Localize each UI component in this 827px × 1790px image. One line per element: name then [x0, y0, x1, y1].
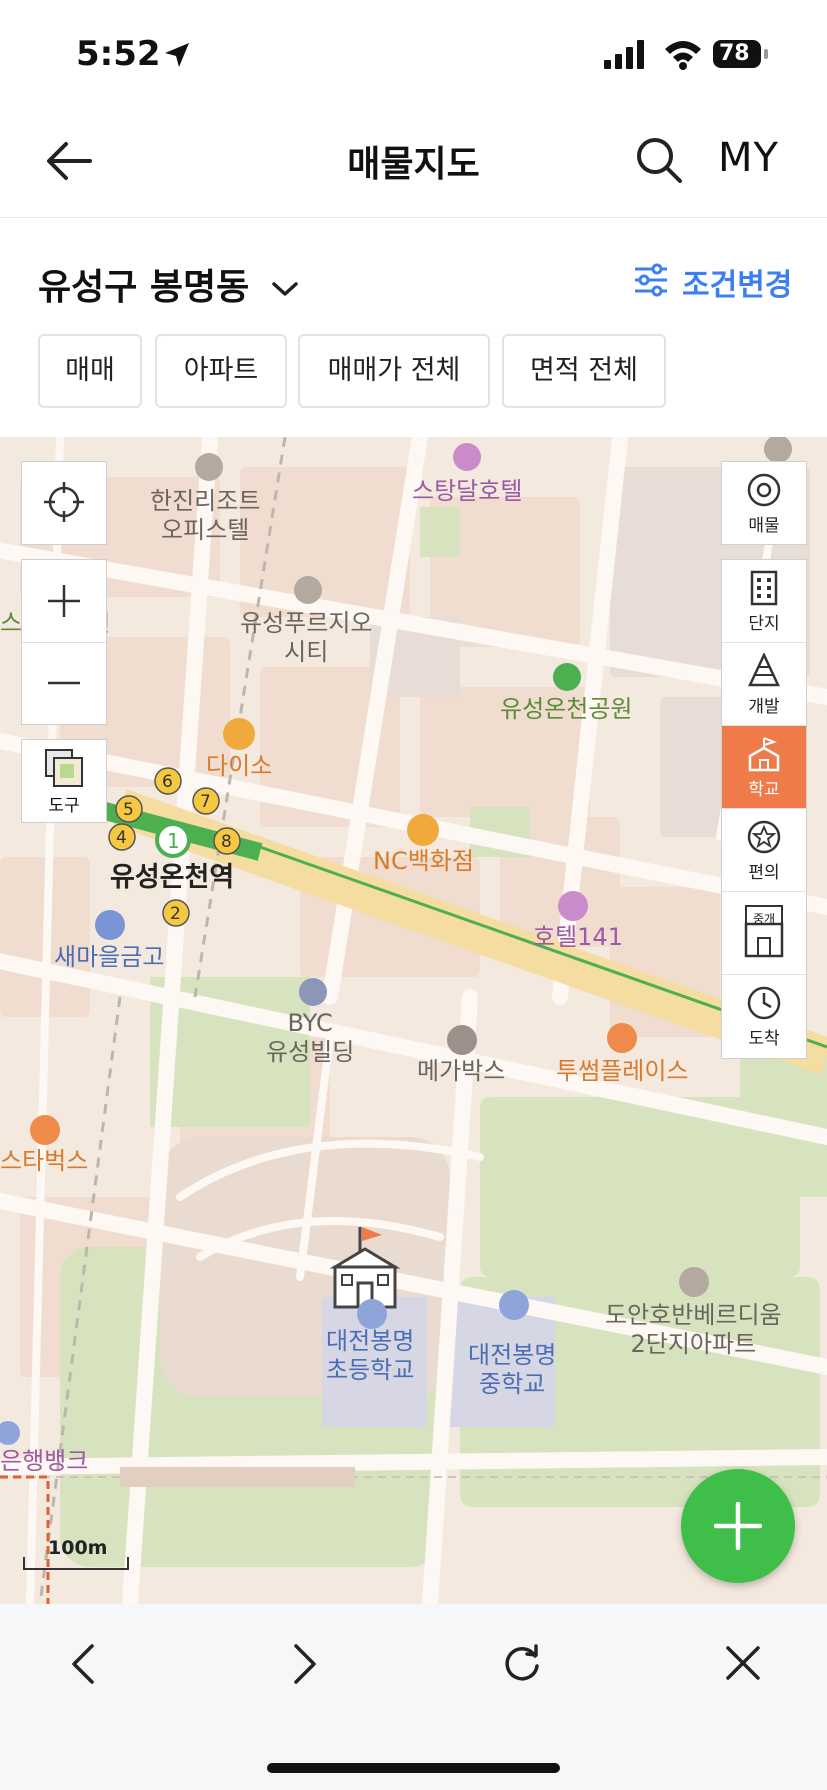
side-layers-group: 단지 개발 학교 편의 중개 도착 — [721, 559, 807, 1059]
battery-level: 78 — [719, 41, 750, 66]
svg-text:8: 8 — [221, 832, 232, 852]
condition-change-button[interactable]: 조건변경 — [682, 260, 792, 304]
reload-icon[interactable] — [502, 1642, 542, 1684]
chip-area-range[interactable]: 면적 전체 — [502, 334, 666, 408]
svg-text:1: 1 — [167, 829, 180, 853]
building-icon — [750, 570, 778, 606]
side-button-agency[interactable]: 중개 — [722, 892, 806, 975]
poi-bank[interactable]: 은행뱅크 — [0, 1447, 88, 1476]
poi-stadal-hotel[interactable]: 스탕달호텔 — [412, 477, 522, 506]
poi-bongmyeong-middle[interactable]: 대전봉명 중학교 — [468, 1341, 556, 1399]
home-indicator — [267, 1763, 560, 1773]
my-button[interactable]: MY — [718, 135, 779, 181]
side-label-development: 개발 — [748, 697, 780, 717]
close-icon[interactable] — [724, 1644, 762, 1682]
school-icon — [748, 737, 780, 772]
add-fab-button[interactable] — [681, 1469, 795, 1583]
svg-text:2: 2 — [170, 904, 181, 924]
poi-nc-department[interactable]: NC백화점 — [373, 847, 474, 876]
svg-text:7: 7 — [200, 792, 211, 812]
side-label-listings: 매물 — [748, 516, 780, 536]
tool-label: 도구 — [48, 796, 80, 816]
side-listings-group: 매물 — [721, 461, 807, 545]
poi-hanjin[interactable]: 한진리조트 오피스텔 — [150, 487, 260, 545]
layers-icon — [45, 749, 83, 787]
page-title: 매물지도 — [347, 144, 480, 185]
chevron-left-icon[interactable] — [68, 1642, 98, 1686]
side-label-complex: 단지 — [748, 614, 780, 634]
poi-bongmyeong-elementary[interactable]: 대전봉명 초등학교 — [326, 1327, 414, 1385]
side-label-school: 학교 — [748, 780, 780, 800]
minus-icon — [48, 681, 80, 685]
poi-daiso[interactable]: 다이소 — [206, 752, 272, 781]
poi-hotel141[interactable]: 호텔141 — [533, 923, 623, 952]
side-button-development[interactable]: 개발 — [722, 643, 806, 726]
side-button-school[interactable]: 학교 — [722, 726, 806, 809]
side-button-listings[interactable]: 매물 — [722, 462, 806, 544]
plus-icon — [48, 585, 80, 617]
poi-yuseongoncheon-park[interactable]: 유성온천공원 — [500, 695, 632, 724]
app-header: 매물지도 MY — [0, 105, 827, 218]
side-button-complex[interactable]: 단지 — [722, 560, 806, 643]
poi-saemaeul[interactable]: 새마을금고 — [54, 943, 164, 972]
poi-twosome[interactable]: 투썸플레이스 — [556, 1057, 688, 1086]
chip-price-range[interactable]: 매매가 전체 — [298, 334, 490, 408]
svg-text:5: 5 — [123, 800, 134, 820]
status-time: 5:52 — [76, 34, 161, 74]
side-label-convenience: 편의 — [748, 863, 780, 883]
chip-trade-type[interactable]: 매매 — [38, 334, 142, 408]
crosshair-icon — [44, 482, 84, 522]
region-selector[interactable]: 유성구 봉명동 — [38, 258, 300, 310]
cone-icon — [748, 653, 780, 687]
chip-property-type[interactable]: 아파트 — [155, 334, 287, 408]
zoom-in-button[interactable] — [22, 560, 106, 643]
plus-icon — [714, 1502, 762, 1550]
battery-icon: 78 — [713, 40, 761, 68]
side-button-convenience[interactable]: 편의 — [722, 809, 806, 892]
poi-byc[interactable]: BYC 유성빌딩 — [266, 1009, 354, 1067]
map-scale-label: 100m — [48, 1537, 108, 1559]
search-icon[interactable] — [634, 135, 684, 185]
chevron-right-icon[interactable] — [290, 1642, 320, 1686]
svg-text:4: 4 — [116, 828, 127, 848]
signal-icon — [604, 40, 644, 69]
locate-button[interactable] — [21, 461, 107, 545]
side-label-arrival: 도착 — [748, 1029, 780, 1049]
tool-button[interactable]: 도구 — [21, 739, 107, 823]
zoom-out-button[interactable] — [22, 642, 106, 724]
svg-text:6: 6 — [162, 772, 173, 792]
zoom-controls — [21, 559, 107, 725]
clock-icon — [747, 986, 781, 1020]
poi-doan-hoban[interactable]: 도안호반베르디움 2단지아파트 — [605, 1301, 782, 1359]
status-bar: 5:52 78 — [0, 0, 827, 105]
poi-yuseong-prugio[interactable]: 유성푸르지오 시티 — [240, 609, 372, 667]
battery-tip — [764, 49, 768, 59]
target-icon — [747, 473, 781, 507]
map-background: 1 6 7 5 4 8 2 — [0, 437, 827, 1604]
poi-starbucks[interactable]: 스타벅스 — [0, 1147, 88, 1176]
map-view[interactable]: 1 6 7 5 4 8 2 한진리조트오피스텔 스탕달호텔 유성푸르지오시티 스… — [0, 437, 827, 1604]
poi-yuseongoncheon-station[interactable]: 유성온천역 — [110, 862, 234, 894]
wifi-icon — [665, 41, 701, 70]
side-label-agency: 중개 — [752, 912, 776, 926]
side-button-arrival[interactable]: 도착 — [722, 975, 806, 1057]
region-label: 유성구 봉명동 — [38, 267, 250, 308]
sliders-icon[interactable] — [633, 262, 669, 298]
star-circle-icon — [747, 820, 781, 854]
location-arrow-icon — [165, 43, 189, 67]
poi-megabox[interactable]: 메가박스 — [417, 1057, 505, 1086]
chevron-down-icon — [272, 282, 298, 296]
